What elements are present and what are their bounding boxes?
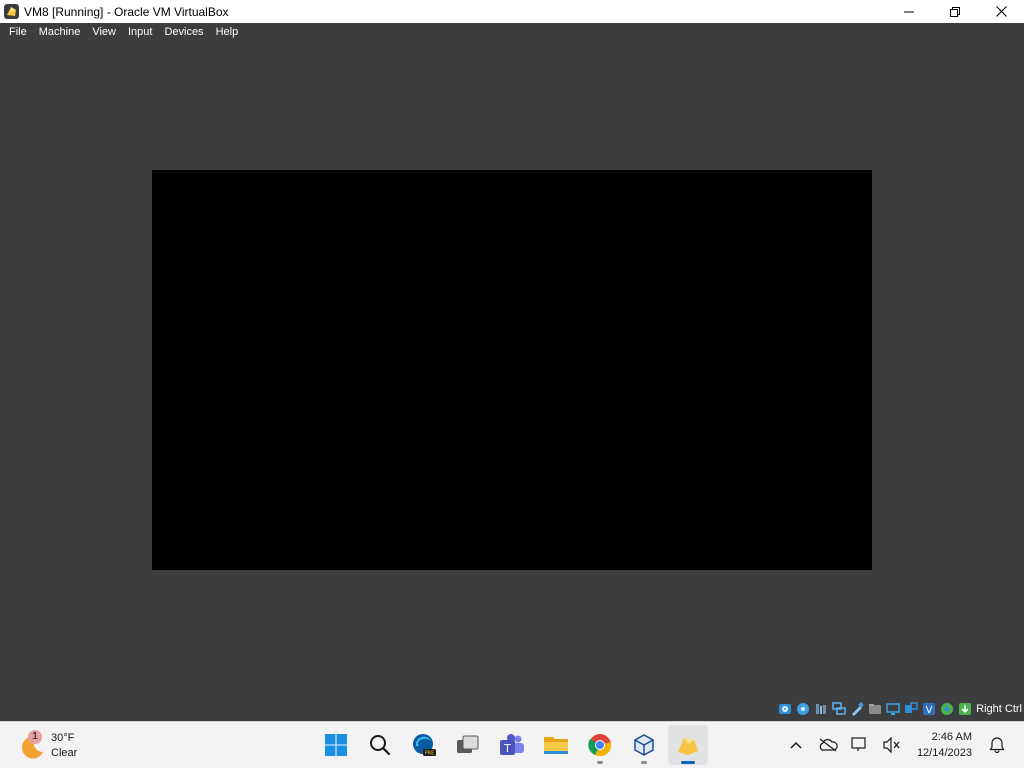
clock-date: 12/14/2023 — [916, 747, 972, 759]
shared-folders-icon[interactable] — [867, 701, 883, 717]
clock-time: 2:46 AM — [931, 731, 972, 743]
teams-icon: T — [500, 734, 524, 755]
vm-guest-screen[interactable] — [152, 170, 872, 570]
menu-input[interactable]: Input — [122, 23, 158, 41]
virtualbox-icon — [634, 734, 654, 756]
start-icon — [325, 734, 347, 756]
window-title: VM8 [Running] - Oracle VM VirtualBox — [24, 4, 229, 19]
onedrive-icon[interactable] — [815, 732, 841, 758]
task-view-button[interactable] — [448, 725, 488, 765]
clock[interactable]: 2:46 AM 12/14/2023 — [917, 729, 972, 761]
mouse-integration-icon[interactable] — [939, 701, 955, 717]
restore-icon — [950, 6, 960, 17]
edge-preview-button[interactable]: PRE — [404, 725, 444, 765]
running-indicator — [641, 761, 647, 764]
running-indicator — [597, 761, 603, 764]
menu-help[interactable]: Help — [210, 23, 245, 41]
file-explorer-button[interactable] — [536, 725, 576, 765]
maximize-button[interactable] — [932, 0, 978, 23]
teams-button[interactable]: T — [492, 725, 532, 765]
chevron-up-icon[interactable] — [783, 732, 809, 758]
svg-text:V: V — [926, 705, 933, 716]
search-button[interactable] — [360, 725, 400, 765]
host-key-label: Right Ctrl — [976, 703, 1022, 715]
video-capture-icon[interactable] — [903, 701, 919, 717]
virtualization-icon[interactable]: V — [921, 701, 937, 717]
network-icon[interactable] — [831, 701, 847, 717]
volume-muted-icon[interactable] — [879, 732, 905, 758]
weather-alert-badge: 1 — [28, 730, 42, 744]
minimize-icon — [904, 11, 914, 12]
network-icon[interactable] — [847, 732, 873, 758]
hard-disk-icon[interactable] — [777, 701, 793, 717]
svg-text:PRE: PRE — [425, 751, 435, 757]
window-controls — [886, 0, 1024, 23]
edge-preview-icon: PRE — [413, 734, 436, 757]
usb-icon[interactable] — [849, 701, 865, 717]
close-button[interactable] — [978, 0, 1024, 23]
menu-bar: File Machine View Input Devices Help — [0, 23, 1024, 41]
menu-devices[interactable]: Devices — [158, 23, 209, 41]
optical-drive-icon[interactable] — [795, 701, 811, 717]
virtualbox-button[interactable] — [624, 725, 664, 765]
audio-icon[interactable] — [813, 701, 829, 717]
taskbar-apps: PRE T — [316, 725, 712, 765]
svg-text:T: T — [503, 742, 511, 755]
display-icon[interactable] — [885, 701, 901, 717]
minimize-button[interactable] — [886, 0, 932, 23]
vm-status-bar: V Right Ctrl — [0, 697, 1024, 721]
weather-condition: Clear — [51, 747, 78, 759]
chrome-button[interactable] — [580, 725, 620, 765]
title-bar[interactable]: VM8 [Running] - Oracle VM VirtualBox — [0, 0, 1024, 23]
weather-widget[interactable]: 1 30°F Clear — [18, 727, 77, 765]
virtualbox-vm-button[interactable] — [668, 725, 708, 765]
status-icons: V Right Ctrl — [775, 700, 1022, 718]
search-icon — [370, 735, 391, 756]
virtualbox-app-icon — [4, 4, 19, 19]
active-indicator — [681, 761, 695, 764]
menu-machine[interactable]: Machine — [33, 23, 87, 41]
chrome-icon — [588, 734, 611, 757]
menu-file[interactable]: File — [3, 23, 33, 41]
menu-view[interactable]: View — [86, 23, 122, 41]
weather-temperature: 30°F — [51, 732, 75, 744]
close-icon — [995, 6, 1007, 17]
keyboard-icon[interactable] — [957, 701, 973, 717]
start-button[interactable] — [316, 725, 356, 765]
task-view-icon — [457, 735, 479, 753]
virtualbox-vm-icon — [678, 738, 698, 755]
file-explorer-icon — [544, 737, 568, 754]
vm-display-area — [0, 41, 1024, 697]
bell-icon[interactable] — [984, 732, 1010, 758]
system-tray: 2:46 AM 12/14/2023 — [783, 722, 1024, 768]
moon-icon: 1 — [18, 730, 46, 760]
windows-taskbar: 1 30°F Clear PRE T 2:46 AM 12/14/2023 — [0, 721, 1024, 768]
